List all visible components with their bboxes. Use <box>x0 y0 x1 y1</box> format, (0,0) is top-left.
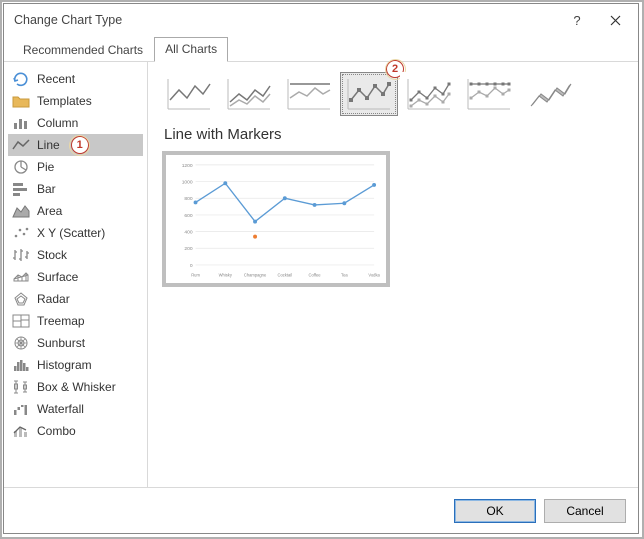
tab-all-charts[interactable]: All Charts <box>154 37 228 62</box>
waterfall-chart-icon <box>12 401 30 417</box>
change-chart-type-dialog: Change Chart Type ? Recommended Charts A… <box>3 3 639 534</box>
svg-text:600: 600 <box>184 213 192 219</box>
sidebar-item-recent[interactable]: Recent <box>8 68 143 90</box>
box-whisker-chart-icon <box>12 379 30 395</box>
help-button[interactable]: ? <box>558 6 596 34</box>
histogram-chart-icon <box>12 357 30 373</box>
subtype-row: 2 <box>160 72 624 116</box>
surface-chart-icon <box>12 269 30 285</box>
chart-preview[interactable]: 0 200 400 600 800 1000 1200 Rum Whisky Champagne C… <box>162 151 390 287</box>
sidebar-item-label: Sunburst <box>37 336 85 350</box>
svg-text:1000: 1000 <box>182 180 193 186</box>
recent-icon <box>12 71 30 87</box>
sidebar-item-area[interactable]: Area <box>8 200 143 222</box>
sidebar-item-label: Recent <box>37 72 75 86</box>
chart-category-sidebar: Recent Templates Column Line 1 Pie Ba <box>4 62 148 487</box>
subtype-100-stacked-line[interactable] <box>280 72 338 116</box>
sidebar-item-label: Column <box>37 116 78 130</box>
callout-1: 1 <box>71 136 89 154</box>
preview-chart: 0 200 400 600 800 1000 1200 Rum Whisky Champagne C… <box>172 159 380 281</box>
combo-chart-icon <box>12 423 30 439</box>
cancel-button[interactable]: Cancel <box>544 499 626 523</box>
tab-bar: Recommended Charts All Charts <box>4 36 638 62</box>
main-panel: 2 Line with Markers 0 200 400 600 800 1000 120… <box>148 62 638 487</box>
sidebar-item-label: Surface <box>37 270 78 284</box>
treemap-chart-icon <box>12 313 30 329</box>
sidebar-item-radar[interactable]: Radar <box>8 288 143 310</box>
subtype-title: Line with Markers <box>164 126 624 143</box>
close-icon <box>610 15 621 26</box>
column-chart-icon <box>12 115 30 131</box>
sidebar-item-label: Treemap <box>37 314 85 328</box>
sidebar-item-column[interactable]: Column <box>8 112 143 134</box>
sidebar-item-stock[interactable]: Stock <box>8 244 143 266</box>
sidebar-item-label: Templates <box>37 94 92 108</box>
scatter-chart-icon <box>12 225 30 241</box>
subtype-stacked-line-with-markers[interactable] <box>400 72 458 116</box>
svg-text:800: 800 <box>184 196 192 202</box>
svg-text:1200: 1200 <box>182 163 193 169</box>
svg-text:Cocktail: Cocktail <box>278 273 293 278</box>
sidebar-item-label: Histogram <box>37 358 92 372</box>
titlebar: Change Chart Type ? <box>4 4 638 36</box>
bar-chart-icon <box>12 181 30 197</box>
subtype-3d-line[interactable] <box>520 72 578 116</box>
sidebar-item-box-whisker[interactable]: Box & Whisker <box>8 376 143 398</box>
svg-text:200: 200 <box>184 246 192 252</box>
svg-text:0: 0 <box>190 263 193 269</box>
sunburst-chart-icon <box>12 335 30 351</box>
svg-text:Rum: Rum <box>191 273 200 278</box>
sidebar-item-scatter[interactable]: X Y (Scatter) <box>8 222 143 244</box>
sidebar-item-histogram[interactable]: Histogram <box>8 354 143 376</box>
sidebar-item-label: Waterfall <box>37 402 84 416</box>
sidebar-item-label: Pie <box>37 160 54 174</box>
sidebar-item-label: Bar <box>37 182 56 196</box>
sidebar-item-label: Combo <box>37 424 76 438</box>
svg-text:Vodka: Vodka <box>368 273 380 278</box>
tab-recommended-charts[interactable]: Recommended Charts <box>12 38 154 62</box>
sidebar-item-label: Box & Whisker <box>37 380 116 394</box>
radar-chart-icon <box>12 291 30 307</box>
subtype-line[interactable] <box>160 72 218 116</box>
line-chart-icon <box>12 137 30 153</box>
sidebar-item-templates[interactable]: Templates <box>8 90 143 112</box>
sidebar-item-line[interactable]: Line 1 <box>8 134 143 156</box>
subtype-stacked-line[interactable] <box>220 72 278 116</box>
sidebar-item-combo[interactable]: Combo <box>8 420 143 442</box>
svg-text:Whisky: Whisky <box>219 273 233 278</box>
subtype-100-stacked-line-with-markers[interactable] <box>460 72 518 116</box>
svg-text:400: 400 <box>184 230 192 236</box>
sidebar-item-label: Area <box>37 204 62 218</box>
sidebar-item-bar[interactable]: Bar <box>8 178 143 200</box>
sidebar-item-waterfall[interactable]: Waterfall <box>8 398 143 420</box>
dialog-buttons: OK Cancel <box>4 487 638 533</box>
close-button[interactable] <box>596 6 634 34</box>
area-chart-icon <box>12 203 30 219</box>
sidebar-item-label: Line <box>37 138 60 152</box>
sidebar-item-label: Radar <box>37 292 70 306</box>
sidebar-item-sunburst[interactable]: Sunburst <box>8 332 143 354</box>
sidebar-item-treemap[interactable]: Treemap <box>8 310 143 332</box>
pie-chart-icon <box>12 159 30 175</box>
svg-text:Champagne: Champagne <box>244 273 267 278</box>
svg-text:Tea: Tea <box>341 273 348 278</box>
stock-chart-icon <box>12 247 30 263</box>
dialog-title: Change Chart Type <box>14 13 558 27</box>
sidebar-item-pie[interactable]: Pie <box>8 156 143 178</box>
sidebar-item-label: X Y (Scatter) <box>37 226 105 240</box>
ok-button[interactable]: OK <box>454 499 536 523</box>
sidebar-item-surface[interactable]: Surface <box>8 266 143 288</box>
folder-icon <box>12 93 30 109</box>
sidebar-item-label: Stock <box>37 248 67 262</box>
svg-text:Coffee: Coffee <box>309 273 322 278</box>
